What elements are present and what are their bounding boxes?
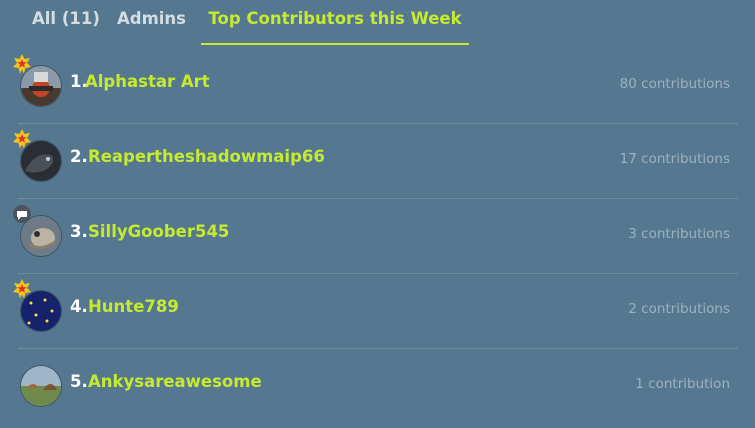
star-badge-icon — [13, 279, 31, 299]
list-item: 3. SillyGoober545 3 contributions — [13, 198, 738, 274]
rank-number: 2. — [70, 147, 88, 166]
avatar[interactable] — [20, 365, 62, 407]
contribution-count: 17 contributions — [619, 151, 730, 167]
username-link[interactable]: Alphastar Art — [85, 72, 210, 91]
username-link[interactable]: Ankysareawesome — [88, 372, 262, 391]
tab-top-contributors[interactable]: Top Contributors this Week — [201, 0, 469, 45]
rank-number: 3. — [70, 222, 88, 241]
tab-all[interactable]: All (11) — [32, 0, 100, 43]
contribution-count: 80 contributions — [619, 76, 730, 92]
contribution-count: 1 contribution — [635, 376, 730, 392]
chat-badge-icon — [13, 205, 31, 223]
tab-bar: All (11) Admins Top Contributors this We… — [0, 0, 755, 45]
rank-number: 4. — [70, 297, 88, 316]
contribution-count: 2 contributions — [628, 301, 730, 317]
contribution-count: 3 contributions — [628, 226, 730, 242]
star-badge-icon — [13, 129, 31, 149]
username-link[interactable]: SillyGoober545 — [88, 222, 229, 241]
username-link[interactable]: Hunte789 — [88, 297, 179, 316]
list-item: 4. Hunte789 2 contributions — [13, 273, 738, 349]
rank-number: 5. — [70, 372, 88, 391]
list-item: 5. Ankysareawesome 1 contribution — [18, 348, 738, 423]
star-badge-icon — [13, 54, 31, 74]
list-item: 2. Reapertheshadowmaip66 17 contribution… — [13, 123, 738, 199]
username-link[interactable]: Reapertheshadowmaip66 — [88, 147, 325, 166]
list-item: 1. Alphastar Art 80 contributions — [13, 48, 738, 124]
tab-admins[interactable]: Admins — [117, 0, 186, 43]
